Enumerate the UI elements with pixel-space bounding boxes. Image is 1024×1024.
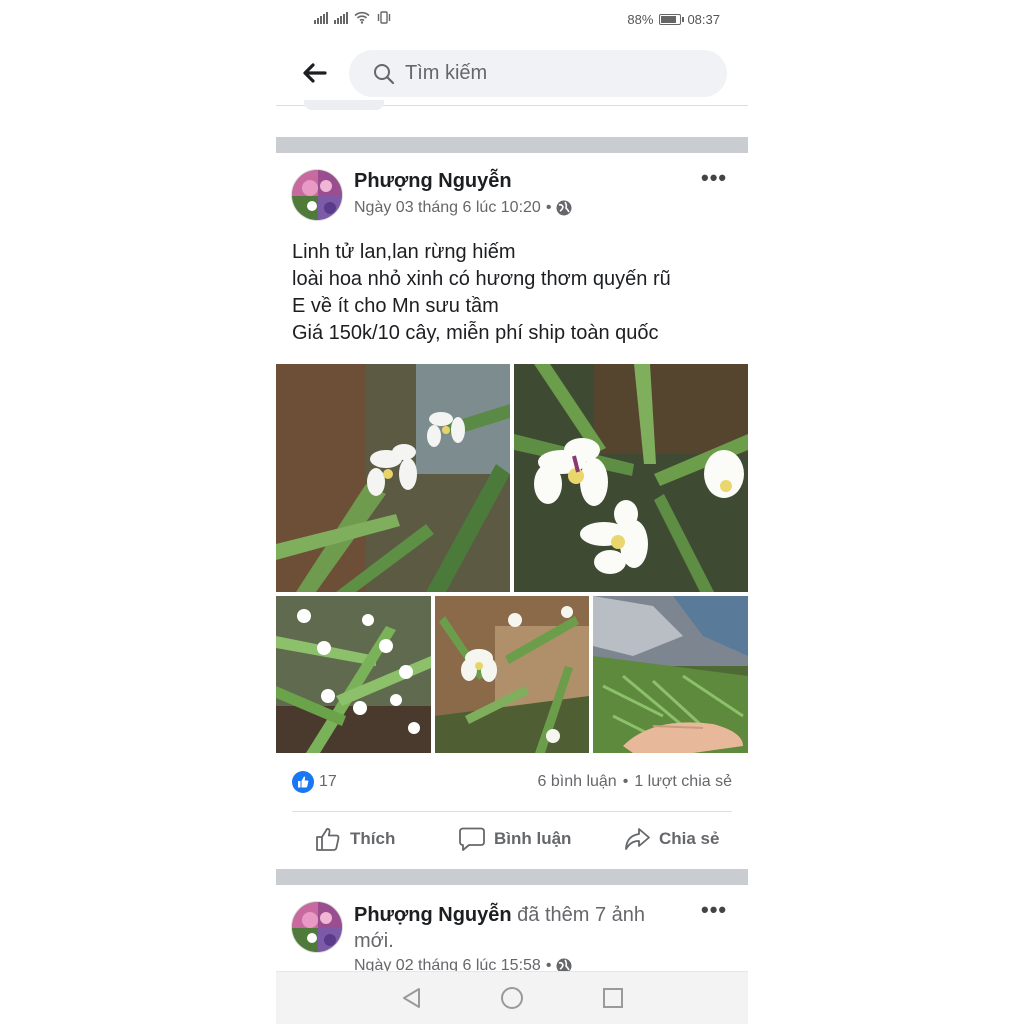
post-text: Linh tử lan,lan rừng hiếm loài hoa nhỏ x…: [292, 239, 671, 347]
post-author[interactable]: Phượng Nguyễn: [354, 170, 512, 193]
feed-separator: [276, 869, 748, 885]
share-label: Chia sẻ: [659, 829, 720, 848]
comment-count[interactable]: 6 bình luận: [538, 773, 617, 791]
signal-icon: [314, 11, 328, 24]
status-left: [314, 11, 392, 24]
share-count[interactable]: 1 lượt chia sẻ: [634, 773, 732, 791]
back-arrow-icon[interactable]: [300, 60, 328, 86]
globe-icon: [556, 200, 572, 216]
status-bar: 88% 08:37: [276, 0, 748, 40]
like-count[interactable]: 17: [319, 773, 337, 791]
battery-percent: 88%: [627, 12, 654, 27]
post2-options-icon[interactable]: •••: [701, 897, 727, 923]
post-timestamp[interactable]: Ngày 03 tháng 6 lúc 10:20: [354, 199, 541, 217]
avatar[interactable]: [291, 901, 343, 953]
comment-icon: [459, 827, 485, 851]
search-bar[interactable]: [349, 50, 727, 97]
share-button[interactable]: Chia sẻ: [623, 826, 719, 852]
comment-label: Bình luận: [494, 829, 572, 848]
avatar[interactable]: [291, 169, 343, 221]
engagement-stats: 6 bình luận • 1 lượt chia sẻ: [538, 773, 732, 791]
battery-icon: [659, 14, 685, 25]
battery-level: [661, 16, 677, 23]
previous-content-stub: [304, 100, 384, 110]
action-divider: [292, 811, 732, 812]
clock: 08:37: [687, 12, 720, 27]
search-header: [276, 40, 748, 106]
like-button[interactable]: Thích: [314, 826, 395, 852]
post-photo-5[interactable]: [593, 596, 748, 753]
back-triangle-icon[interactable]: [400, 986, 422, 1010]
share-icon: [625, 828, 650, 850]
comment-button[interactable]: Bình luận: [458, 826, 571, 852]
search-input[interactable]: [405, 62, 695, 85]
thumbs-up-icon: [316, 828, 340, 851]
recents-square-icon[interactable]: [602, 986, 624, 1010]
like-label: Thích: [350, 829, 396, 848]
post-text-line: E về ít cho Mn sưu tầm: [292, 295, 499, 317]
post2-header: Phượng Nguyễn đã thêm 7 ảnh mới.: [354, 902, 684, 954]
post-photo-4[interactable]: [435, 596, 589, 753]
like-reaction-icon: [292, 771, 314, 793]
reactions-bar: 17 6 bình luận • 1 lượt chia sẻ: [292, 770, 732, 794]
post-photo-3[interactable]: [276, 596, 431, 753]
post-text-line: Giá 150k/10 cây, miễn phí ship toàn quốc: [292, 322, 659, 344]
post-options-icon[interactable]: •••: [701, 165, 727, 191]
post2-author[interactable]: Phượng Nguyễn: [354, 904, 512, 926]
post-actions: Thích Bình luận Chia sẻ: [276, 820, 748, 864]
post-photo-1[interactable]: [276, 364, 510, 592]
home-circle-icon[interactable]: [500, 986, 524, 1010]
feed-separator: [276, 137, 748, 153]
post-photo-2[interactable]: [514, 364, 748, 592]
signal-icon-2: [334, 11, 348, 24]
post-text-line: Linh tử lan,lan rừng hiếm: [292, 241, 516, 263]
stats-dot: •: [622, 773, 629, 790]
post-meta: Ngày 03 tháng 6 lúc 10:20 •: [354, 199, 572, 217]
post-text-line: loài hoa nhỏ xinh có hương thơm quyến rũ: [292, 268, 671, 290]
system-nav-bar: [276, 971, 748, 1024]
vibrate-icon: [377, 11, 391, 24]
search-icon: [374, 63, 395, 84]
meta-dot: •: [545, 199, 552, 216]
phone-screen: 88% 08:37 Phượng Nguyễn Ngày 03 tháng 6 …: [276, 0, 748, 1024]
status-right: 88% 08:37: [627, 12, 720, 27]
wifi-icon: [354, 11, 370, 24]
